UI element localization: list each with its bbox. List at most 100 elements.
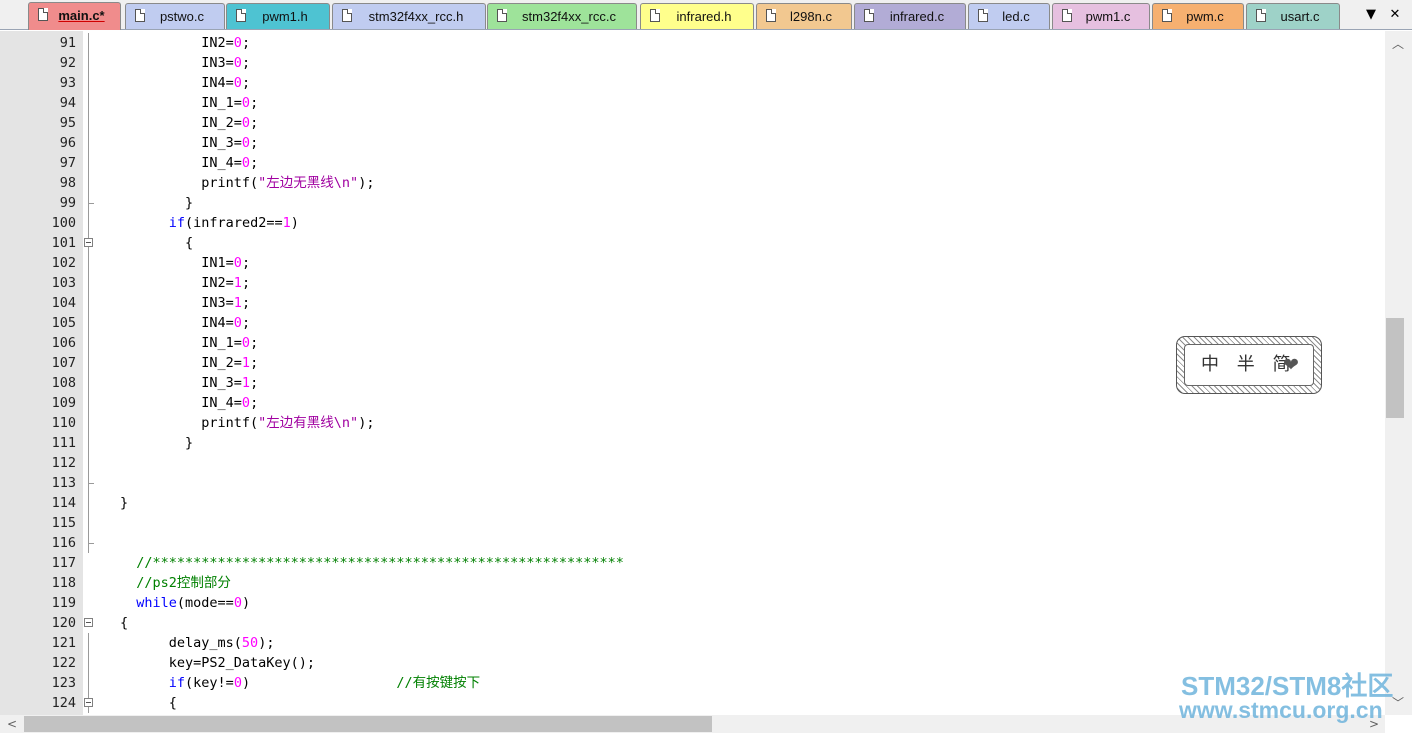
line-number: 93 bbox=[59, 75, 76, 91]
code-line[interactable]: if(key!=0) //有按键按下 bbox=[120, 673, 480, 693]
code-line[interactable]: } bbox=[120, 493, 128, 513]
code-token: ); bbox=[358, 415, 375, 431]
code-line[interactable]: IN2=0; bbox=[120, 33, 250, 53]
code-token: ); bbox=[258, 635, 275, 651]
code-token: while bbox=[136, 595, 177, 611]
code-token: delay_ms( bbox=[120, 635, 242, 651]
code-line[interactable]: printf("左边无黑线\n"); bbox=[120, 173, 374, 193]
line-number: 111 bbox=[51, 435, 76, 451]
code-line[interactable]: } bbox=[120, 433, 193, 453]
tab-10[interactable]: pwm1.c bbox=[1052, 3, 1150, 29]
tab-3[interactable]: pwm1.h bbox=[226, 3, 330, 29]
line-number: 95 bbox=[59, 115, 76, 131]
tab-list-dropdown-icon[interactable]: ▼ bbox=[1361, 5, 1381, 25]
code-token: ; bbox=[250, 115, 259, 131]
tab-label: led.c bbox=[1002, 9, 1030, 24]
code-line[interactable]: IN_1=0; bbox=[120, 333, 258, 353]
horizontal-scroll-thumb[interactable] bbox=[24, 716, 712, 732]
code-line[interactable]: while(mode==0) bbox=[120, 593, 250, 613]
code-token: IN3= bbox=[120, 295, 234, 311]
tab-5[interactable]: stm32f4xx_rcc.c bbox=[487, 3, 637, 29]
code-token: 0 bbox=[233, 315, 242, 331]
close-icon[interactable]: ✕ bbox=[1385, 5, 1405, 25]
code-line[interactable]: IN3=1; bbox=[120, 293, 250, 313]
code-line[interactable]: printf("左边有黑线\n"); bbox=[120, 413, 374, 433]
code-line[interactable]: IN4=0; bbox=[120, 73, 250, 93]
code-line[interactable]: IN4=0; bbox=[120, 313, 250, 333]
tab-2[interactable]: pstwo.c bbox=[125, 3, 225, 29]
fold-toggle-icon[interactable] bbox=[84, 618, 93, 627]
line-number: 100 bbox=[51, 215, 76, 231]
tab-12[interactable]: usart.c bbox=[1246, 3, 1340, 29]
tab-6[interactable]: infrared.h bbox=[640, 3, 754, 29]
tab-label: main.c* bbox=[58, 8, 105, 23]
fold-toggle-icon[interactable] bbox=[84, 698, 93, 707]
fold-toggle-icon[interactable] bbox=[84, 238, 93, 247]
code-token: if bbox=[168, 675, 186, 691]
ime-status-widget[interactable]: 中 半 简 ❤ bbox=[1176, 336, 1322, 394]
tab-8[interactable]: infrared.c bbox=[854, 3, 966, 29]
code-line[interactable]: IN1=0; bbox=[120, 253, 250, 273]
code-token: IN_2= bbox=[120, 115, 242, 131]
tab-4[interactable]: stm32f4xx_rcc.h bbox=[332, 3, 486, 29]
line-number: 102 bbox=[51, 255, 76, 271]
code-line[interactable]: IN_2=1; bbox=[120, 353, 258, 373]
code-line[interactable]: IN2=1; bbox=[120, 273, 250, 293]
code-line[interactable]: if(infrared2==1) bbox=[120, 213, 299, 233]
code-token: IN4= bbox=[120, 315, 234, 331]
line-number: 107 bbox=[51, 355, 76, 371]
line-number: 122 bbox=[51, 655, 76, 671]
scroll-left-icon[interactable]: < bbox=[4, 716, 20, 732]
line-number: 92 bbox=[59, 55, 76, 71]
code-token: } bbox=[120, 195, 194, 211]
scroll-up-icon[interactable]: ︿ bbox=[1390, 36, 1406, 52]
vertical-scroll-thumb[interactable] bbox=[1386, 318, 1404, 418]
code-line[interactable]: key=PS2_DataKey(); bbox=[120, 653, 315, 673]
code-token: ; bbox=[241, 35, 251, 51]
code-line[interactable]: IN_2=0; bbox=[120, 113, 258, 133]
code-line[interactable]: delay_ms(50); bbox=[120, 633, 275, 653]
line-number: 124 bbox=[51, 695, 76, 711]
watermark-line-2: www.stmcu.org.cn bbox=[1179, 697, 1383, 723]
fold-end-marker bbox=[88, 543, 94, 544]
tab-7[interactable]: l298n.c bbox=[756, 3, 852, 29]
code-line[interactable]: IN_4=0; bbox=[120, 393, 258, 413]
tab-label: stm32f4xx_rcc.c bbox=[522, 9, 616, 24]
code-token: IN_1= bbox=[120, 335, 242, 351]
line-number: 115 bbox=[51, 515, 76, 531]
code-token: 0 bbox=[241, 155, 251, 171]
code-token: 0 bbox=[233, 55, 242, 71]
code-token: IN_2= bbox=[120, 355, 242, 371]
code-line[interactable]: { bbox=[120, 233, 193, 253]
code-token: ; bbox=[241, 315, 251, 331]
code-line[interactable]: IN3=0; bbox=[120, 53, 250, 73]
code-line[interactable]: IN_3=0; bbox=[120, 133, 258, 153]
line-number: 121 bbox=[51, 635, 76, 651]
code-line[interactable]: { bbox=[120, 693, 177, 713]
code-line[interactable]: //**************************************… bbox=[120, 553, 624, 573]
code-token: ) bbox=[290, 215, 299, 231]
code-line[interactable]: } bbox=[120, 193, 193, 213]
code-token: IN4= bbox=[120, 75, 234, 91]
code-token: printf( bbox=[120, 175, 259, 191]
tab-1[interactable]: main.c* bbox=[28, 2, 121, 30]
line-number: 94 bbox=[59, 95, 76, 111]
code-token: IN_4= bbox=[120, 395, 242, 411]
code-token: //ps2控制部分 bbox=[120, 575, 231, 591]
fold-margin bbox=[83, 31, 101, 715]
code-token: 0 bbox=[241, 115, 251, 131]
line-number: 116 bbox=[51, 535, 76, 551]
tab-11[interactable]: pwm.c bbox=[1152, 3, 1244, 29]
code-token: 50 bbox=[241, 635, 259, 651]
code-line[interactable]: { bbox=[120, 613, 128, 633]
code-line[interactable]: //ps2控制部分 bbox=[120, 573, 231, 593]
code-line[interactable]: IN_1=0; bbox=[120, 93, 258, 113]
line-number: 123 bbox=[51, 675, 76, 691]
code-token: (mode== bbox=[176, 595, 234, 611]
line-number: 106 bbox=[51, 335, 76, 351]
tab-label: stm32f4xx_rcc.h bbox=[368, 9, 464, 24]
tab-9[interactable]: led.c bbox=[968, 3, 1050, 29]
code-line[interactable]: IN_4=0; bbox=[120, 153, 258, 173]
code-line[interactable]: IN_3=1; bbox=[120, 373, 258, 393]
